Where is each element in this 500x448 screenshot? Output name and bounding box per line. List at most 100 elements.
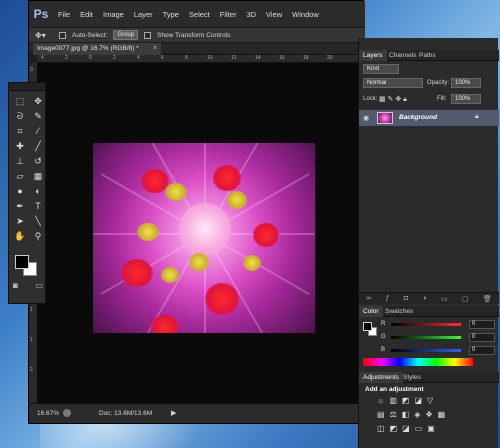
eraser-tool-icon[interactable]: ▱ <box>12 169 28 183</box>
history-brush-tool-icon[interactable]: ↺ <box>30 154 46 168</box>
blend-mode-dropdown[interactable]: Normal <box>363 78 423 88</box>
gradient-map-icon[interactable]: ▭ <box>415 424 423 433</box>
tab-styles[interactable]: Styles <box>399 372 425 383</box>
type-tool-icon[interactable]: T <box>30 199 46 213</box>
layer-style-icon[interactable]: ƒ <box>386 295 390 302</box>
eyedropper-tool-icon[interactable]: ⁄ <box>30 124 46 138</box>
invert-icon[interactable]: ◫ <box>377 424 385 433</box>
visibility-eye-icon[interactable]: ◉ <box>363 114 369 122</box>
brightness-contrast-icon[interactable]: ☼ <box>377 396 384 405</box>
tab-swatches[interactable]: Swatches <box>381 306 417 317</box>
add-mask-icon[interactable]: ◘ <box>404 295 408 302</box>
photoshop-window: Ps File Edit Image Layer Type Select Fil… <box>28 0 365 424</box>
document-tab[interactable]: Image0077.jpg @ 16.7% (RGB/8) * × <box>33 43 161 55</box>
crop-tool-icon[interactable]: ⌗ <box>12 124 28 138</box>
hue-saturation-icon[interactable]: ▤ <box>377 410 385 419</box>
line-tool-icon[interactable]: ╲ <box>30 214 46 228</box>
status-info-icon[interactable] <box>63 409 71 417</box>
selective-color-icon[interactable]: ▣ <box>427 424 435 433</box>
pen-tool-icon[interactable]: ✒ <box>12 199 28 213</box>
quick-select-tool-icon[interactable]: ✎ <box>30 109 46 123</box>
stamen-red <box>121 259 153 287</box>
color-panel-swatches[interactable] <box>363 322 377 336</box>
menu-file[interactable]: File <box>53 10 75 19</box>
menu-bar: Ps File Edit Image Layer Type Select Fil… <box>29 1 365 27</box>
black-white-icon[interactable]: ◧ <box>402 410 410 419</box>
menu-3d[interactable]: 3D <box>241 10 261 19</box>
red-slider[interactable] <box>391 323 461 326</box>
ruler-tick: 2 <box>113 55 116 61</box>
new-group-icon[interactable]: ▭ <box>441 295 448 303</box>
menu-view[interactable]: View <box>261 10 287 19</box>
brush-tool-icon[interactable]: ╱ <box>30 139 46 153</box>
menu-type[interactable]: Type <box>158 10 184 19</box>
right-panel-dock: Layers Channels Paths Kind Normal Opacit… <box>358 38 499 448</box>
auto-select-dropdown[interactable]: Group <box>113 30 139 40</box>
tab-adjustments[interactable]: Adjustments <box>359 372 403 383</box>
channel-mixer-icon[interactable]: ❖ <box>425 410 432 419</box>
blue-value-input[interactable]: 0 <box>469 346 495 355</box>
menu-layer[interactable]: Layer <box>129 10 158 19</box>
link-layers-icon[interactable]: ∞ <box>366 295 371 302</box>
status-menu-arrow-icon[interactable]: ▶ <box>171 409 176 417</box>
color-swatches[interactable] <box>15 255 41 277</box>
color-lookup-icon[interactable]: ▦ <box>438 410 446 419</box>
layer-kind-filter[interactable]: Kind <box>363 64 399 74</box>
color-spectrum-bar[interactable] <box>363 358 473 366</box>
layer-lock-icon: 🔒︎ <box>475 113 479 120</box>
gradient-tool-icon[interactable]: ▦ <box>30 169 46 183</box>
marquee-tool-icon[interactable]: ⬚ <box>12 94 28 108</box>
color-balance-icon[interactable]: ⚖ <box>390 410 397 419</box>
menu-edit[interactable]: Edit <box>75 10 98 19</box>
lock-icons[interactable]: ▦ ✎ ✥ 🔒︎ <box>379 95 407 104</box>
blur-tool-icon[interactable]: ● <box>12 184 28 198</box>
exposure-icon[interactable]: ◪ <box>414 396 422 405</box>
curves-icon[interactable]: ◩ <box>402 396 410 405</box>
clone-stamp-tool-icon[interactable]: ⊥ <box>12 154 28 168</box>
vibrance-icon[interactable]: ▽ <box>427 396 433 405</box>
menu-select[interactable]: Select <box>184 10 215 19</box>
screen-mode-icon[interactable]: ▭ <box>35 281 43 290</box>
red-value-input[interactable]: 0 <box>469 320 495 329</box>
menu-window[interactable]: Window <box>287 10 324 19</box>
quick-mask-icon[interactable]: ◙ <box>13 281 18 290</box>
ruler-tick: 2 <box>65 55 68 61</box>
path-selection-tool-icon[interactable]: ➤ <box>12 214 28 228</box>
levels-icon[interactable]: ▥ <box>389 396 397 405</box>
dodge-tool-icon[interactable]: ◐ <box>30 184 46 198</box>
tab-paths[interactable]: Paths <box>415 50 440 61</box>
move-tool-preset-icon[interactable]: ✥▾ <box>35 30 53 41</box>
show-transform-checkbox[interactable] <box>144 31 152 39</box>
move-tool-icon[interactable]: ✥ <box>30 94 46 108</box>
healing-brush-tool-icon[interactable]: ✚ <box>12 139 28 153</box>
foreground-color-swatch[interactable] <box>15 255 29 269</box>
lasso-tool-icon[interactable]: ᘐ <box>12 109 28 123</box>
layer-row-background[interactable]: ◉ Background 🔒︎ <box>359 110 499 126</box>
tab-color[interactable]: Color <box>359 306 383 317</box>
new-layer-icon[interactable]: ▢ <box>462 295 469 303</box>
adjustment-layer-icon[interactable]: ◑ <box>422 295 426 302</box>
green-slider[interactable] <box>391 336 461 339</box>
hand-tool-icon[interactable]: ✋ <box>12 229 28 243</box>
ruler-tick: 0 <box>30 67 33 73</box>
opacity-input[interactable]: 100% <box>451 78 481 88</box>
delete-layer-icon[interactable]: 🗑︎ <box>483 295 492 303</box>
menu-image[interactable]: Image <box>98 10 129 19</box>
photo-filter-icon[interactable]: ◈ <box>414 410 420 419</box>
canvas-workspace[interactable] <box>37 63 365 403</box>
tab-layers[interactable]: Layers <box>359 50 387 61</box>
close-tab-icon[interactable]: × <box>153 43 157 55</box>
posterize-icon[interactable]: ◩ <box>390 424 398 433</box>
status-bar: 16.67% Doc: 13.6M/13.6M ▶ <box>29 403 365 423</box>
threshold-icon[interactable]: ◪ <box>402 424 410 433</box>
auto-select-checkbox[interactable] <box>59 31 66 39</box>
menu-filter[interactable]: Filter <box>215 10 242 19</box>
zoom-level[interactable]: 16.67% <box>37 410 59 417</box>
green-value-input[interactable]: 0 <box>469 333 495 342</box>
ruler-tick: 16 <box>279 55 285 61</box>
zoom-tool-icon[interactable]: ⚲ <box>30 229 46 243</box>
tools-panel-header[interactable] <box>9 83 45 91</box>
ruler-tick: 8 <box>185 55 188 61</box>
blue-slider[interactable] <box>391 349 461 352</box>
fill-input[interactable]: 100% <box>451 94 481 104</box>
